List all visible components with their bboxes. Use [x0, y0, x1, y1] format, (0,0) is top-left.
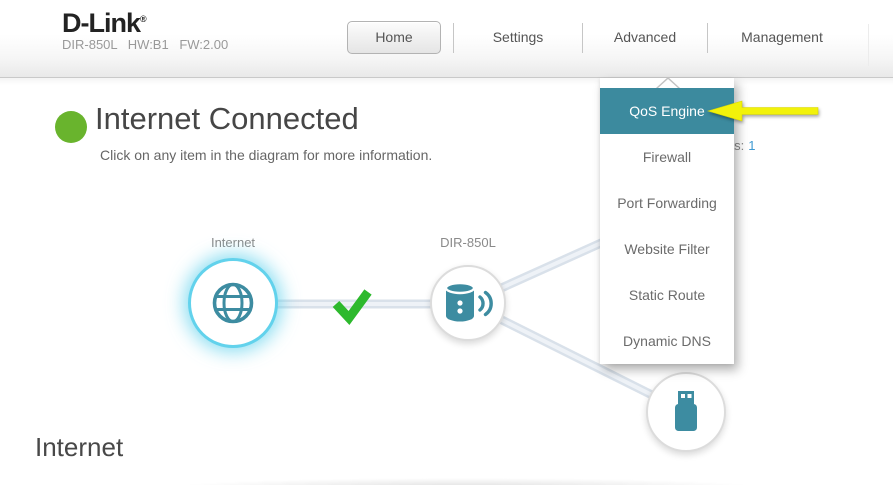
nav-divider — [582, 23, 583, 53]
device-info: DIR-850L HW:B1 FW:2.00 — [62, 37, 228, 52]
header: D-Link® DIR-850L HW:B1 FW:2.00 Home Sett… — [0, 0, 893, 78]
nav-divider — [453, 23, 454, 53]
nav-tab-home[interactable]: Home — [347, 21, 441, 54]
router-home-page: D-Link® DIR-850L HW:B1 FW:2.00 Home Sett… — [0, 0, 893, 485]
menu-item-dynamic-dns[interactable]: Dynamic DNS — [600, 318, 734, 364]
registered-mark: ® — [140, 14, 147, 24]
nav-tab-advanced[interactable]: Advanced — [590, 29, 700, 45]
menu-item-port-forwarding[interactable]: Port Forwarding — [600, 180, 734, 226]
menu-item-website-filter[interactable]: Website Filter — [600, 226, 734, 272]
menu-item-firewall[interactable]: Firewall — [600, 134, 734, 180]
nav-tab-settings[interactable]: Settings — [463, 29, 573, 45]
nav-divider — [868, 24, 869, 66]
annotation-arrow — [700, 94, 825, 128]
nav-tab-management[interactable]: Management — [727, 29, 837, 45]
nav-divider — [707, 23, 708, 53]
dropdown-caret-fill — [658, 79, 678, 88]
logo-text: D-Link — [62, 8, 140, 38]
menu-item-static-route[interactable]: Static Route — [600, 272, 734, 318]
dlink-logo: D-Link® — [62, 8, 147, 39]
